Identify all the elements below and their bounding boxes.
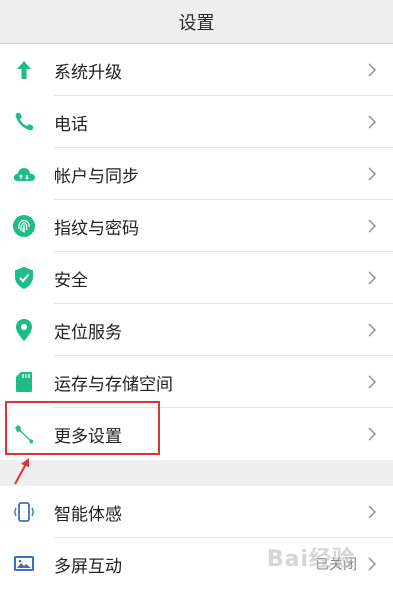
settings-item-phone[interactable]: 电话	[0, 96, 393, 148]
chevron-right-icon	[368, 557, 377, 571]
phone-icon	[12, 110, 36, 134]
annotation-highlight-box	[5, 401, 160, 455]
arrow-up-icon	[12, 58, 36, 82]
settings-item-smart-motion[interactable]: 智能体感	[0, 486, 393, 538]
chevron-right-icon	[368, 115, 377, 129]
settings-item-label: 帐户与同步	[54, 166, 139, 187]
chevron-right-icon	[368, 323, 377, 337]
chevron-right-icon	[368, 505, 377, 519]
page-title: 设置	[178, 12, 215, 34]
settings-item-system-upgrade[interactable]: 系统升级	[0, 44, 393, 96]
header-bar: 设置	[0, 0, 393, 44]
settings-item-label: 运存与存储空间	[54, 374, 173, 395]
settings-item-label: 电话	[54, 114, 88, 135]
settings-item-label: 系统升级	[54, 62, 122, 83]
chevron-right-icon	[368, 271, 377, 285]
location-pin-icon	[12, 318, 36, 342]
settings-list: 系统升级 电话 帐户与同步 指纹与密码 安全 定位服务 运存与存储空间 更多设置…	[0, 44, 393, 590]
sd-card-icon	[12, 370, 36, 394]
section-gap	[0, 460, 393, 486]
settings-item-fingerprint-password[interactable]: 指纹与密码	[0, 200, 393, 252]
watermark: Bai经验	[266, 547, 355, 572]
settings-item-label: 智能体感	[54, 504, 122, 525]
chevron-right-icon	[368, 427, 377, 441]
settings-item-location[interactable]: 定位服务	[0, 304, 393, 356]
settings-item-label: 安全	[54, 270, 88, 291]
chevron-right-icon	[368, 219, 377, 233]
settings-item-account-sync[interactable]: 帐户与同步	[0, 148, 393, 200]
phone-motion-icon	[12, 500, 36, 524]
settings-item-label: 定位服务	[54, 322, 122, 343]
annotation-arrow-icon	[14, 458, 29, 485]
chevron-right-icon	[368, 63, 377, 77]
screen-cast-icon	[12, 552, 36, 576]
cloud-sync-icon	[12, 162, 36, 186]
chevron-right-icon	[368, 167, 377, 181]
fingerprint-icon	[12, 214, 36, 238]
settings-item-label: 指纹与密码	[54, 218, 139, 239]
chevron-right-icon	[368, 375, 377, 389]
settings-item-security[interactable]: 安全	[0, 252, 393, 304]
shield-icon	[12, 266, 36, 290]
